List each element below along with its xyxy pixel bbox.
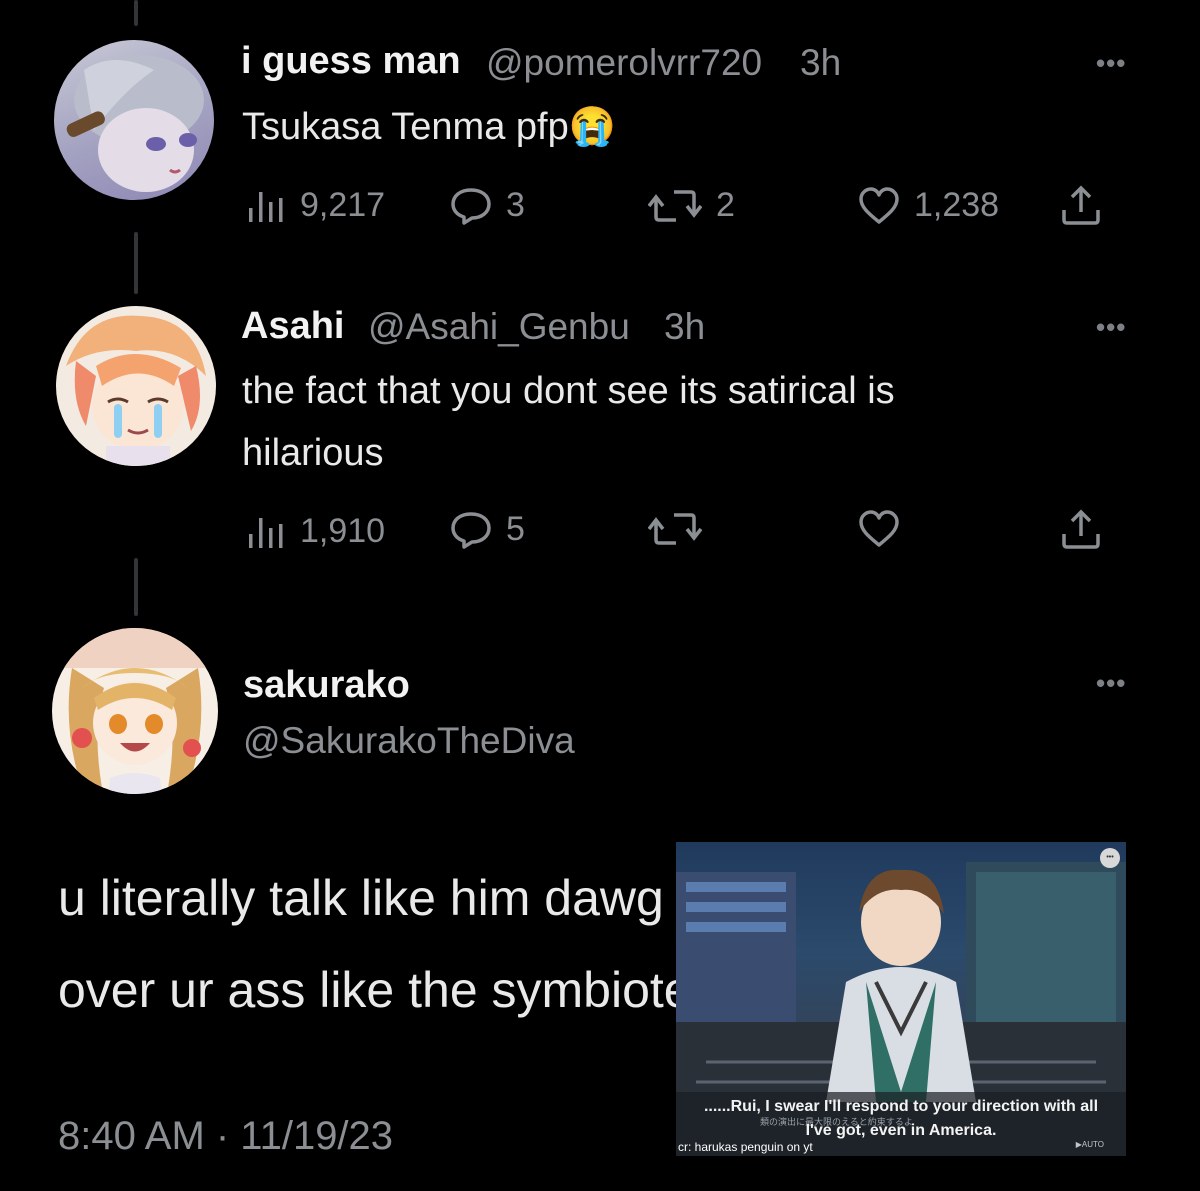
reply-icon bbox=[451, 511, 491, 549]
thread-line bbox=[134, 0, 138, 26]
reply-count: 3 bbox=[506, 186, 525, 224]
avatar[interactable] bbox=[52, 628, 218, 794]
heart-icon bbox=[859, 186, 899, 224]
views-count: 1,910 bbox=[300, 512, 386, 550]
more-options-button[interactable]: ••• bbox=[1096, 668, 1126, 699]
more-options-button[interactable]: ••• bbox=[1096, 312, 1126, 343]
video-menu-button[interactable]: ••• bbox=[1100, 848, 1120, 868]
like-button[interactable] bbox=[858, 510, 900, 548]
tweet-timestamp[interactable]: 8:40 AM · 11/19/23 bbox=[58, 1114, 393, 1159]
repost-icon bbox=[648, 513, 702, 545]
thread-line bbox=[134, 232, 138, 294]
repost-button[interactable] bbox=[648, 510, 702, 548]
avatar[interactable] bbox=[54, 40, 214, 200]
repost-button[interactable]: 2 bbox=[648, 186, 735, 225]
repost-icon bbox=[648, 189, 702, 222]
avatar-image bbox=[66, 315, 206, 466]
reply-count: 5 bbox=[506, 510, 525, 548]
tweet-text: Tsukasa Tenma pfp😭 bbox=[242, 106, 617, 148]
tweet-text-line-1: the fact that you dont see its satirical… bbox=[242, 370, 895, 412]
display-name[interactable]: i guess man bbox=[241, 40, 461, 83]
share-button[interactable] bbox=[1060, 508, 1102, 550]
repost-count: 2 bbox=[716, 186, 735, 224]
timestamp[interactable]: 3h bbox=[664, 306, 705, 348]
views-icon bbox=[249, 191, 283, 222]
avatar-image bbox=[66, 55, 204, 192]
video-overlay[interactable]: ••• 類の演出に最大限のえると約束するよ ......Rui, I swear… bbox=[676, 842, 1126, 1156]
video-auto-label[interactable]: ▶AUTO bbox=[1076, 1140, 1104, 1149]
video-subtitle-line-1: ......Rui, I swear I'll respond to your … bbox=[703, 1098, 1099, 1115]
avatar-image bbox=[52, 628, 218, 794]
share-icon bbox=[1062, 185, 1100, 225]
reply-button[interactable]: 5 bbox=[450, 510, 525, 549]
handle[interactable]: @pomerolvrr720 bbox=[486, 42, 762, 84]
reply-icon bbox=[451, 187, 491, 225]
handle[interactable]: @Asahi_Genbu bbox=[368, 306, 630, 348]
video-credit: cr: harukas penguin on yt bbox=[678, 1140, 813, 1154]
heart-icon bbox=[859, 510, 899, 547]
timestamp[interactable]: 3h bbox=[800, 42, 841, 84]
views-button[interactable]: 1,910 bbox=[246, 512, 385, 551]
avatar[interactable] bbox=[56, 306, 216, 466]
display-name[interactable]: sakurako bbox=[243, 664, 410, 707]
more-options-button[interactable]: ••• bbox=[1096, 48, 1126, 79]
display-name[interactable]: Asahi bbox=[241, 305, 344, 348]
share-icon bbox=[1062, 509, 1100, 549]
tweet-text-line-2: hilarious bbox=[242, 432, 384, 474]
like-button[interactable]: 1,238 bbox=[858, 186, 999, 225]
tweet-text-line-2: over ur ass like the symbiote bbox=[58, 962, 692, 1018]
share-button[interactable] bbox=[1060, 184, 1102, 226]
views-icon bbox=[249, 517, 283, 548]
like-count: 1,238 bbox=[914, 186, 1000, 224]
handle[interactable]: @SakurakoTheDiva bbox=[243, 720, 575, 762]
views-button[interactable]: 9,217 bbox=[246, 186, 385, 225]
views-count: 9,217 bbox=[300, 186, 386, 224]
thread-line bbox=[134, 558, 138, 616]
reply-button[interactable]: 3 bbox=[450, 186, 525, 225]
video-subtitle-line-2: I've got, even in America. bbox=[805, 1122, 997, 1139]
